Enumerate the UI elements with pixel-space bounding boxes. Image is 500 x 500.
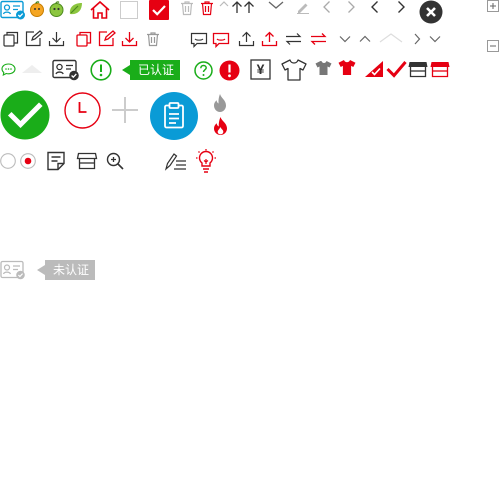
lightbulb-icon: [194, 149, 218, 173]
upload-icon[interactable]: [238, 31, 255, 47]
checkbox-checked-icon[interactable]: [149, 0, 169, 20]
plus-icon[interactable]: [111, 96, 139, 124]
radio-icon[interactable]: [0, 153, 16, 169]
store-icon[interactable]: [430, 60, 450, 78]
chevron-down-icon[interactable]: [429, 35, 441, 43]
chevron-right-icon[interactable]: [396, 0, 406, 14]
unverified-badge: 未认证: [36, 260, 96, 280]
checkbox-empty-icon[interactable]: [120, 1, 138, 19]
chevron-left-icon[interactable]: [322, 0, 332, 14]
chevron-down-icon[interactable]: [268, 0, 284, 10]
store-icon[interactable]: [408, 60, 428, 78]
verified-badge: 已认证: [121, 60, 181, 80]
chevron-right-icon[interactable]: [413, 33, 421, 45]
store-icon[interactable]: [76, 152, 98, 170]
edit-icon[interactable]: [25, 30, 43, 47]
t-shirt-icon: [281, 58, 307, 82]
copy-icon[interactable]: [76, 31, 92, 47]
arrow-up-icon[interactable]: [231, 0, 243, 14]
radio-selected-icon[interactable]: [20, 153, 36, 169]
id-card-icon: [0, 260, 26, 280]
chevron-up-icon[interactable]: [219, 0, 229, 8]
t-shirt-icon: [315, 60, 332, 76]
expand-plus-icon[interactable]: [487, 0, 499, 12]
check-corner-icon: [365, 61, 383, 77]
chevron-up-icon: [21, 64, 43, 74]
t-shirt-icon: [338, 59, 356, 76]
chevron-up-icon[interactable]: [359, 35, 371, 43]
leaf-icon: [68, 2, 84, 16]
comment-icon[interactable]: [212, 32, 230, 49]
chevron-up-icon[interactable]: [379, 33, 403, 43]
swap-icon[interactable]: [285, 33, 302, 45]
upload-icon[interactable]: [261, 31, 278, 47]
close-circle-icon[interactable]: [419, 0, 443, 24]
trash-icon[interactable]: [179, 0, 195, 16]
fire-icon: [212, 116, 229, 136]
collapse-minus-icon[interactable]: [487, 40, 499, 52]
orange-emoji-icon: [30, 1, 44, 17]
clipboard-icon: [150, 92, 198, 140]
clock-icon: [64, 92, 101, 129]
id-card-icon: [52, 59, 80, 81]
chevron-down-icon[interactable]: [339, 35, 351, 43]
chevron-left-icon[interactable]: [370, 0, 380, 14]
download-icon[interactable]: [48, 31, 65, 47]
yuan-icon: ¥: [250, 59, 271, 80]
exclamation-circle-icon: [219, 60, 240, 81]
pencil-icon[interactable]: [296, 0, 310, 14]
yuan-symbol: ¥: [256, 61, 265, 77]
check-circle-icon: [0, 90, 50, 140]
comment-icon[interactable]: [190, 32, 208, 48]
download-icon[interactable]: [121, 31, 138, 47]
green-emoji-icon: [49, 1, 64, 17]
home-icon[interactable]: [89, 0, 111, 20]
chevron-right-icon[interactable]: [346, 0, 356, 14]
edit-icon[interactable]: [98, 30, 116, 47]
trash-icon[interactable]: [145, 31, 161, 47]
fire-icon: [212, 93, 228, 113]
copy-icon[interactable]: [3, 31, 19, 47]
zoom-in-icon[interactable]: [106, 152, 124, 170]
chat-bubble-icon: [1, 63, 16, 76]
note-icon[interactable]: [46, 151, 66, 171]
arrow-up-icon[interactable]: [243, 0, 255, 14]
pen-list-icon[interactable]: [164, 152, 187, 171]
help-circle-icon[interactable]: [194, 61, 213, 80]
exclamation-circle-icon: [90, 59, 112, 81]
id-card-verified-icon: [0, 0, 26, 20]
trash-icon[interactable]: [199, 0, 215, 16]
swap-icon[interactable]: [310, 33, 327, 45]
checkmark-icon: [386, 60, 407, 78]
